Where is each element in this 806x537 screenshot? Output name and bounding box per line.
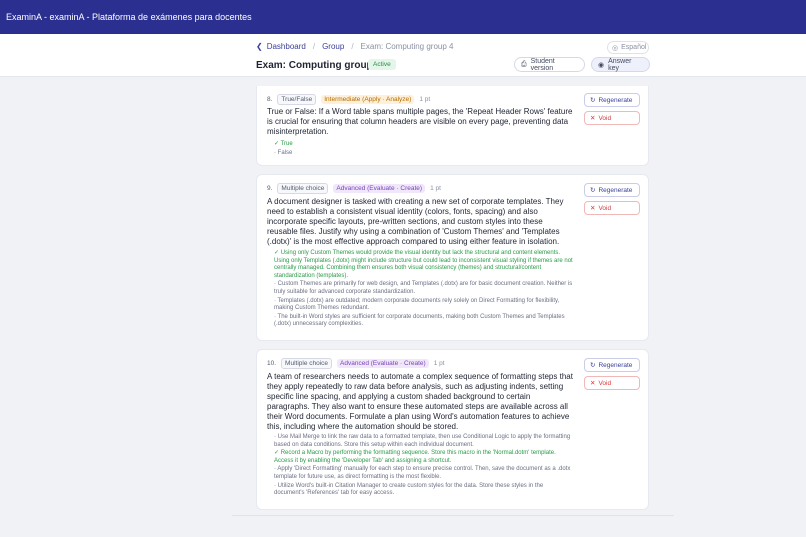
question-header: 9. Multiple choice Advanced (Evaluate · … [267, 183, 441, 194]
question-number: 10. [267, 360, 277, 367]
answer-option: · Utilize Word's built-in Citation Manag… [274, 482, 544, 497]
question-points: 1 pt [430, 185, 441, 192]
printer-icon: ⎙ [521, 60, 527, 68]
student-version-label: Student version [530, 57, 555, 72]
breadcrumb-separator: / [312, 42, 316, 51]
answer-option-correct: ✓ True [274, 141, 293, 147]
regenerate-label: Regenerate [598, 186, 633, 194]
question-text: True or False: If a Word table spans mul… [267, 107, 573, 136]
answer-option-correct: ✓ Using only Custom Themes would provide… [274, 250, 573, 279]
close-icon: ✕ [590, 115, 596, 122]
close-icon: ✕ [590, 380, 596, 387]
question-card: 10. Multiple choice Advanced (Evaluate ·… [256, 349, 649, 510]
refresh-icon: ↻ [590, 187, 596, 194]
question-type-badge: Multiple choice [277, 183, 329, 194]
chevron-left-icon: ❮ [256, 42, 263, 51]
difficulty-badge: Intermediate (Apply · Analyze) [321, 95, 415, 104]
page-header: ❮ Dashboard / Group / Exam: Computing gr… [0, 34, 806, 77]
question-number: 9. [267, 185, 273, 192]
language-selector[interactable]: ◎ Español [607, 41, 649, 54]
void-label: Void [598, 379, 612, 387]
breadcrumb-dashboard[interactable]: Dashboard [267, 42, 306, 51]
answer-options: · Use Mail Merge to link the raw data to… [274, 434, 574, 499]
refresh-icon: ↻ [590, 97, 596, 104]
void-button[interactable]: ✕ Void [584, 111, 640, 125]
answer-options: ✓ Using only Custom Themes would provide… [274, 250, 574, 330]
answer-key-button[interactable]: ◉ Answer key [591, 57, 650, 72]
student-version-button[interactable]: ⎙ Student version [514, 57, 585, 72]
divider [232, 515, 674, 516]
question-card: 9. Multiple choice Advanced (Evaluate · … [256, 174, 649, 341]
question-points: 1 pt [419, 96, 431, 103]
breadcrumb-current: Exam: Computing group 4 [360, 42, 454, 51]
question-type-badge: True/False [277, 94, 317, 105]
regenerate-label: Regenerate [598, 96, 633, 104]
void-label: Void [598, 204, 612, 212]
answer-key-label: Answer key [608, 57, 632, 72]
answer-option: · Apply 'Direct Formatting' manually for… [274, 466, 571, 480]
question-card: 8. True/False Intermediate (Apply · Anal… [256, 86, 649, 166]
close-icon: ✕ [590, 205, 596, 212]
question-header: 10. Multiple choice Advanced (Evaluate ·… [267, 358, 445, 369]
question-text: A team of researchers needs to automate … [267, 372, 573, 431]
language-label: Español [621, 44, 647, 51]
void-button[interactable]: ✕ Void [584, 376, 640, 390]
answer-option: · Use Mail Merge to link the raw data to… [274, 434, 571, 448]
refresh-icon: ↻ [590, 362, 596, 369]
globe-icon: ◎ [612, 44, 619, 52]
regenerate-button[interactable]: ↻ Regenerate [584, 358, 640, 372]
breadcrumb-group[interactable]: Group [322, 42, 344, 51]
regenerate-label: Regenerate [598, 361, 633, 369]
answer-options: ✓ True · False [274, 141, 574, 158]
question-type-badge: Multiple choice [281, 358, 333, 369]
question-points: 1 pt [433, 360, 445, 367]
answer-option: · False [274, 149, 293, 156]
void-label: Void [598, 114, 612, 122]
regenerate-button[interactable]: ↻ Regenerate [584, 93, 640, 107]
answer-option: · Custom Themes are primarily for web de… [274, 281, 573, 295]
regenerate-button[interactable]: ↻ Regenerate [584, 183, 640, 197]
void-button[interactable]: ✕ Void [584, 201, 640, 215]
page-title: Exam: Computing group 4 [256, 60, 381, 71]
window-title: ExaminA - examinA - Plataforma de exámen… [0, 0, 806, 34]
breadcrumb-separator: / [351, 42, 354, 51]
question-header: 8. True/False Intermediate (Apply · Anal… [267, 94, 430, 105]
question-text: A document designer is tasked with creat… [267, 197, 564, 246]
answer-option: · Templates (.dotx) are outdated; modern… [274, 297, 560, 312]
eye-icon: ◉ [598, 61, 605, 69]
difficulty-badge: Advanced (Evaluate · Create) [333, 184, 426, 193]
breadcrumb: ❮ Dashboard / Group / Exam: Computing gr… [256, 42, 453, 51]
question-number: 8. [267, 96, 273, 103]
status-badge: Active [368, 59, 396, 70]
answer-option: · The built-in Word styles are sufficien… [274, 313, 565, 328]
answer-option-correct: ✓ Record a Macro by performing the forma… [274, 450, 556, 464]
difficulty-badge: Advanced (Evaluate · Create) [337, 359, 429, 368]
